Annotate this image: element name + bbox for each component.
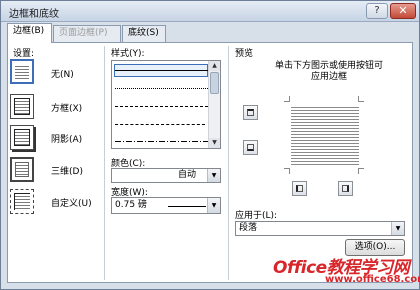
scroll-thumb[interactable] <box>210 72 219 94</box>
corner-mark-icon <box>358 168 364 174</box>
separator-left <box>104 46 105 280</box>
chevron-down-icon[interactable]: ▼ <box>207 169 220 182</box>
top-border-button[interactable] <box>243 105 258 120</box>
setting-3d-lines <box>15 162 29 177</box>
bottom-border-button[interactable] <box>243 140 258 155</box>
apply-to-select[interactable]: 段落 ▼ <box>235 221 405 236</box>
style-heading: 样式(Y): <box>111 49 145 59</box>
setting-box-icon[interactable] <box>10 94 34 119</box>
setting-custom-lines <box>14 193 30 210</box>
preview-heading: 预览 <box>235 49 254 59</box>
width-value: 0.75 磅 <box>115 200 147 210</box>
setting-3d-label[interactable]: 三维(D) <box>51 164 83 177</box>
style-item-dashed-small[interactable] <box>115 106 208 107</box>
setting-none-lines <box>15 64 29 79</box>
right-border-icon <box>342 185 349 192</box>
preview-hint-line2: 应用边框 <box>310 72 347 82</box>
width-sample-line <box>168 206 206 207</box>
top-border-icon <box>247 109 254 116</box>
setting-none-label[interactable]: 无(N) <box>51 67 74 80</box>
setting-box-label[interactable]: 方框(X) <box>51 101 82 114</box>
preview-hint-line1: 单击下方图示或使用按钮可 <box>274 61 383 71</box>
setting-none-icon[interactable] <box>10 59 34 84</box>
tab-shading[interactable]: 底纹(S) <box>122 25 166 42</box>
close-button[interactable]: ✕ <box>390 3 416 19</box>
tab-borders[interactable]: 边框(B) <box>7 23 52 43</box>
settings-heading: 设置: <box>13 49 35 59</box>
left-border-button[interactable] <box>292 181 307 196</box>
style-item-solid[interactable] <box>115 70 208 71</box>
borders-and-shading-dialog: 边框和底纹 ? ✕ 边框(B) 页面边框(P) 底纹(S) 设置: 无(N) 方… <box>0 0 420 290</box>
corner-mark-icon <box>284 168 290 174</box>
setting-custom-icon[interactable] <box>10 189 34 214</box>
style-list[interactable]: ▲ ▼ <box>111 60 221 149</box>
separator-right <box>228 46 229 280</box>
scroll-up-icon[interactable]: ▲ <box>209 61 220 71</box>
width-select[interactable]: 0.75 磅 ▼ <box>111 197 221 214</box>
preview-text-lines <box>291 105 359 167</box>
color-value: 自动 <box>178 170 197 180</box>
title-bar: 边框和底纹 ? ✕ <box>1 1 419 22</box>
corner-mark-icon <box>358 96 364 102</box>
setting-shadow-lines <box>14 129 30 146</box>
setting-3d-icon[interactable] <box>10 157 34 182</box>
apply-to-heading: 应用于(L): <box>235 211 278 221</box>
style-item-dotted[interactable] <box>115 88 208 89</box>
corner-mark-icon <box>284 96 290 102</box>
tab-page-border[interactable]: 页面边框(P) <box>53 25 121 42</box>
help-button[interactable]: ? <box>366 3 388 19</box>
scroll-down-icon[interactable]: ▼ <box>209 138 220 148</box>
setting-custom-label[interactable]: 自定义(U) <box>51 196 92 209</box>
apply-to-value: 段落 <box>239 223 258 233</box>
watermark-url: www.office68.com <box>325 274 420 285</box>
style-scrollbar[interactable]: ▲ ▼ <box>208 61 220 148</box>
style-item-dashed-large[interactable] <box>115 124 205 125</box>
watermark: Office教程学习网 www.office68.com <box>273 253 420 289</box>
setting-box-lines <box>14 98 30 115</box>
preview-hint: 单击下方图示或使用按钮可 应用边框 <box>251 61 407 83</box>
window-title: 边框和底纹 <box>9 9 59 20</box>
right-border-button[interactable] <box>338 181 353 196</box>
bottom-border-icon <box>247 144 254 151</box>
setting-shadow-icon[interactable] <box>10 125 34 150</box>
chevron-down-icon[interactable]: ▼ <box>391 222 404 235</box>
chevron-down-icon[interactable]: ▼ <box>207 198 220 213</box>
style-item-dash-dot[interactable] <box>115 141 208 142</box>
left-border-icon <box>296 185 303 192</box>
setting-shadow-label[interactable]: 阴影(A) <box>51 132 82 145</box>
color-select[interactable]: 自动 ▼ <box>111 168 221 183</box>
